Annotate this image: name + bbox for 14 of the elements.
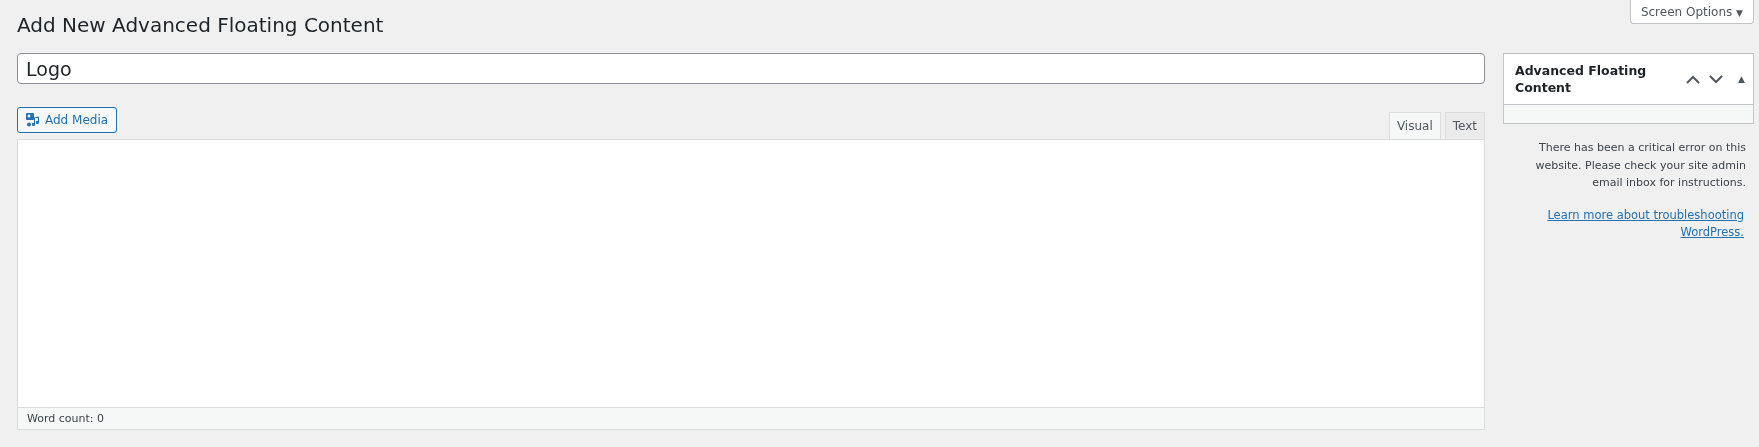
- toggle-icon[interactable]: ▲: [1738, 74, 1745, 84]
- move-down-icon[interactable]: [1709, 74, 1724, 84]
- media-icon: [26, 113, 40, 127]
- word-count: Word count: 0: [27, 412, 104, 425]
- troubleshooting-link[interactable]: Learn more about troubleshooting WordPress.: [1503, 206, 1744, 242]
- screen-options-button[interactable]: Screen Options ▼: [1629, 0, 1754, 24]
- move-up-icon[interactable]: [1686, 74, 1701, 84]
- meta-box-title: Advanced Floating Content: [1515, 62, 1648, 96]
- page-title: Add New Advanced Floating Content: [17, 12, 384, 39]
- add-media-button[interactable]: Add Media: [17, 107, 118, 133]
- error-message: There has been a critical error on this website. Please check your site admin email inbox for instructions.: [1534, 140, 1746, 191]
- title-input[interactable]: Logo: [17, 53, 1485, 84]
- editor-tab[interactable]: Text: [1444, 112, 1485, 139]
- editor-tab[interactable]: Visual: [1388, 112, 1441, 139]
